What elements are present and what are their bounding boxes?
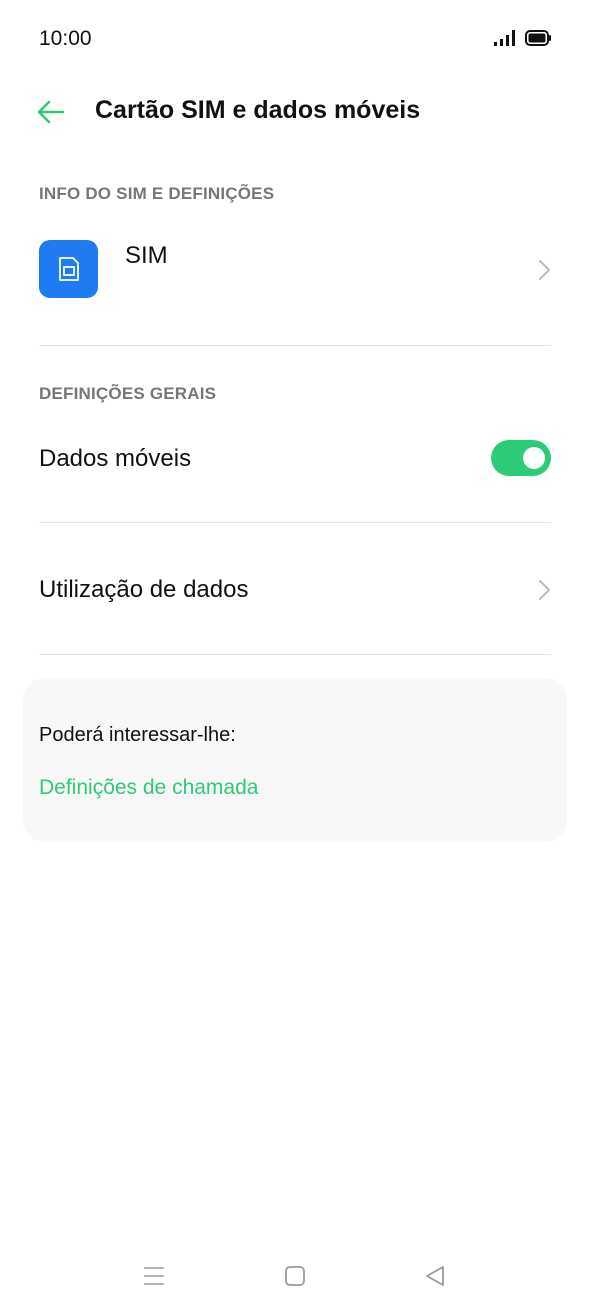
- section-header-sim-info: INFO DO SIM E DEFINIÇÕES: [39, 184, 275, 203]
- call-settings-link[interactable]: Definições de chamada: [39, 776, 258, 800]
- battery-icon: [525, 30, 551, 46]
- suggestion-title: Poderá interessar-lhe:: [39, 724, 236, 746]
- signal-icon: [494, 30, 515, 46]
- section-header-general: DEFINIÇÕES GERAIS: [39, 384, 217, 403]
- menu-icon[interactable]: [142, 1264, 166, 1288]
- chevron-right-icon: [539, 260, 550, 280]
- data-usage-item[interactable]: Utilização de dados: [0, 548, 590, 632]
- sim-card-icon: [59, 257, 79, 281]
- page-title: Cartão SIM e dados móveis: [95, 96, 421, 124]
- navigation-bar: [0, 1250, 590, 1302]
- mobile-data-toggle[interactable]: [491, 440, 551, 476]
- toggle-knob: [523, 447, 545, 469]
- back-icon[interactable]: [423, 1264, 447, 1288]
- status-time: 10:00: [39, 27, 92, 50]
- back-arrow-icon[interactable]: [35, 98, 67, 126]
- divider: [39, 654, 551, 655]
- data-usage-label: Utilização de dados: [39, 576, 249, 603]
- divider: [39, 522, 551, 523]
- sim-card-tile: [39, 240, 98, 298]
- status-bar: 10:00: [0, 0, 590, 78]
- mobile-data-label: Dados móveis: [39, 445, 192, 472]
- suggestion-card: Poderá interessar-lhe: Definições de cha…: [23, 678, 567, 842]
- sim-item[interactable]: SIM: [0, 228, 590, 312]
- divider: [39, 345, 551, 346]
- home-icon[interactable]: [283, 1264, 307, 1288]
- chevron-right-icon: [539, 580, 550, 600]
- app-header: Cartão SIM e dados móveis: [0, 78, 590, 148]
- sim-item-label: SIM: [125, 242, 168, 269]
- screen: 10:00 Cartão SIM e dados móveis INFO DO …: [0, 0, 590, 1312]
